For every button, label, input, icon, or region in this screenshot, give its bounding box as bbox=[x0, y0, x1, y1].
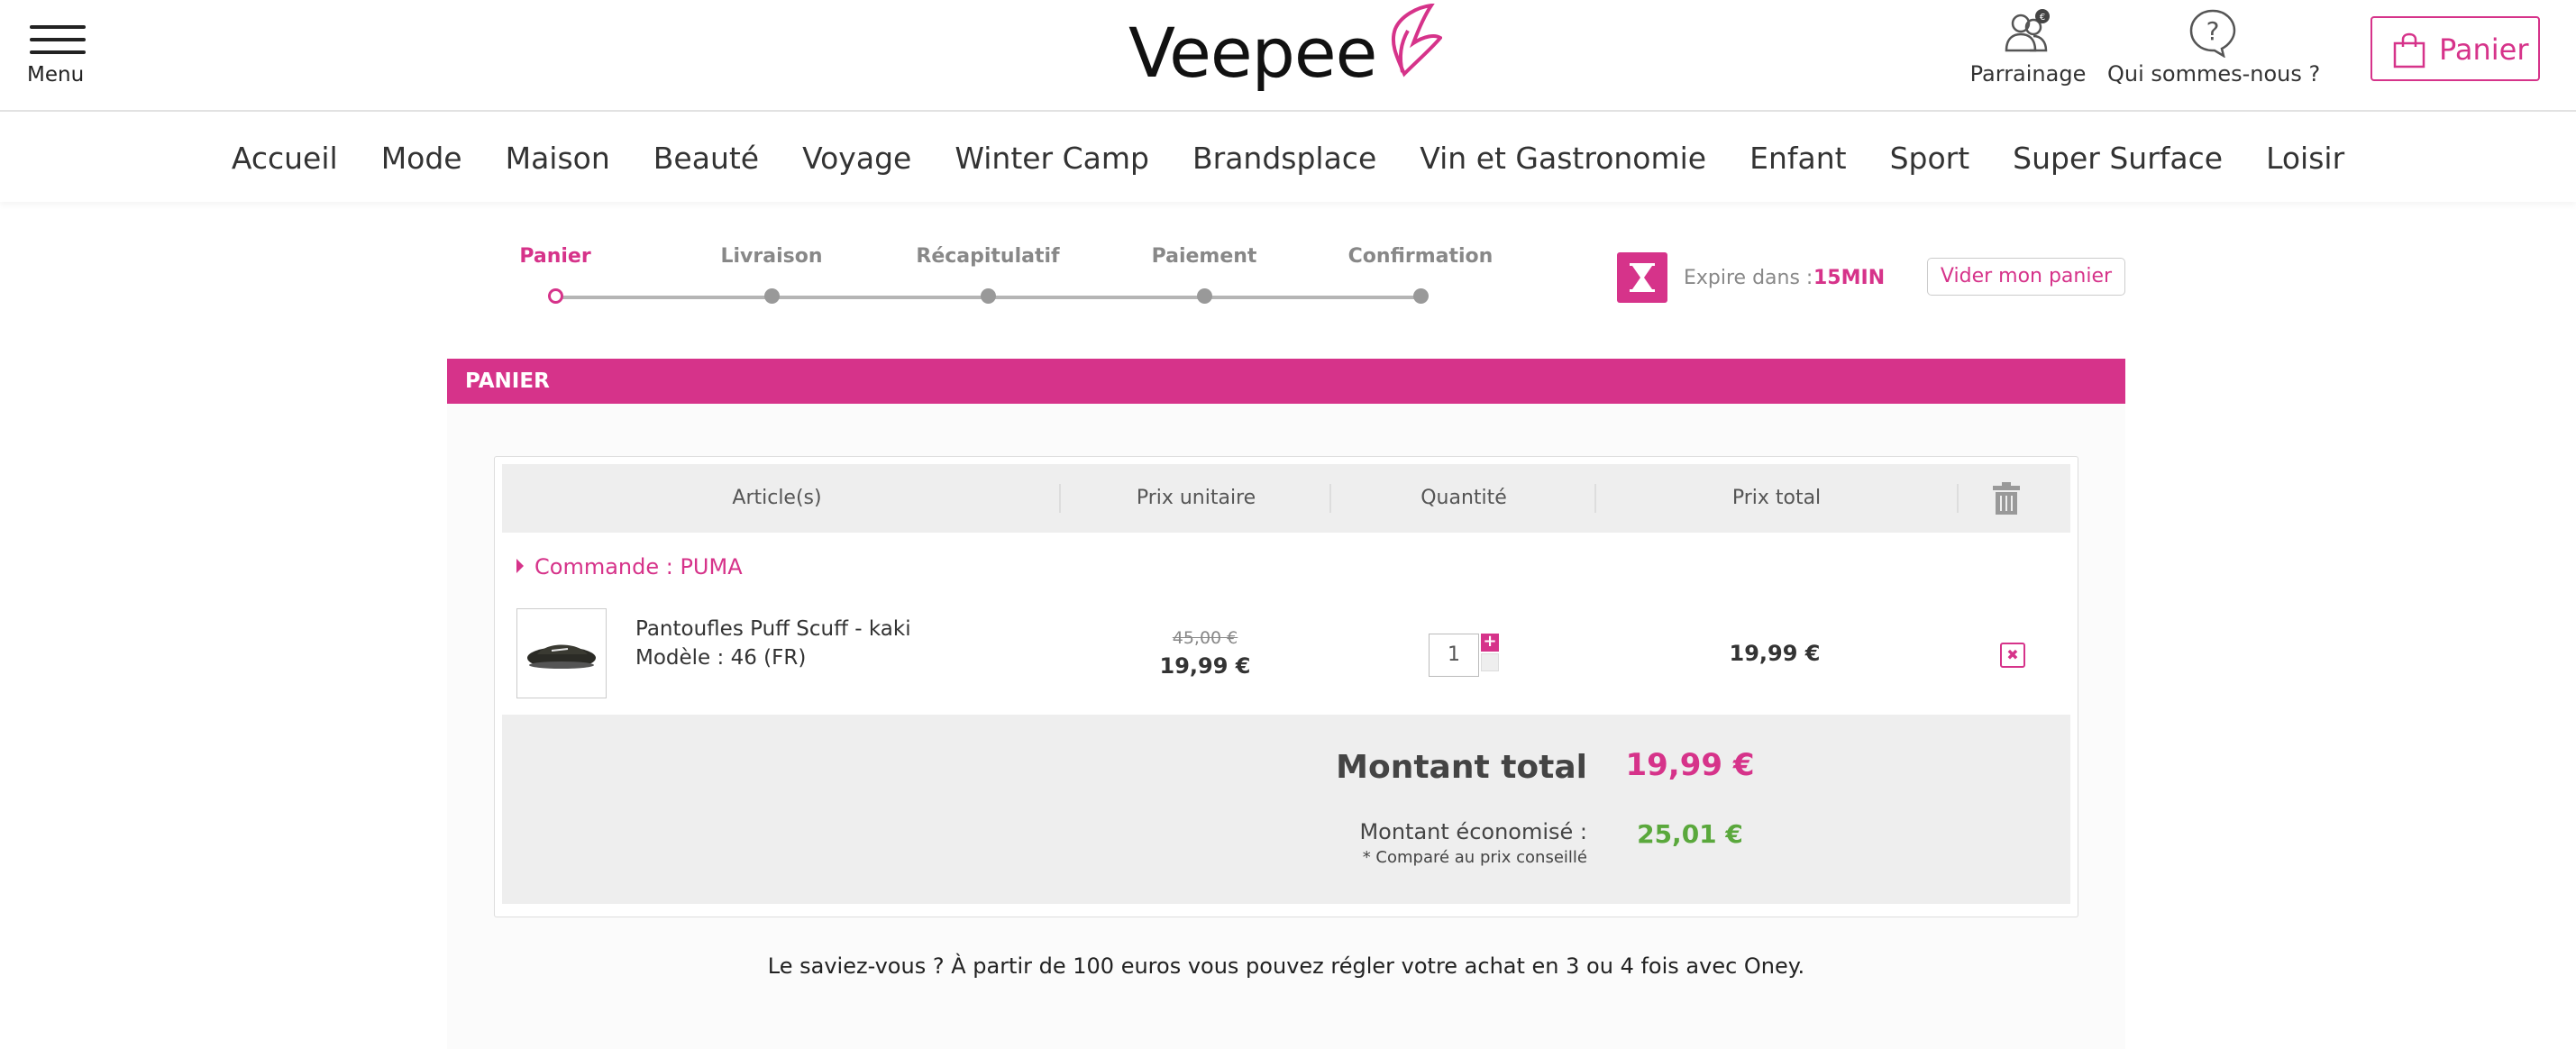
total-value: 19,99 € bbox=[1625, 747, 1755, 783]
referral-label: Parrainage bbox=[1969, 61, 2087, 87]
quantity-increase-button[interactable]: + bbox=[1481, 634, 1499, 652]
line-total-price: 19,99 € bbox=[1729, 641, 1821, 666]
step-dot bbox=[981, 288, 996, 304]
nav-item-voyage[interactable]: Voyage bbox=[802, 141, 911, 176]
step-label: Paiement bbox=[1151, 245, 1257, 268]
step-label: Confirmation bbox=[1347, 245, 1494, 268]
nav-item-enfant[interactable]: Enfant bbox=[1749, 141, 1846, 176]
about-label: Qui sommes-nous ? bbox=[2107, 61, 2321, 87]
expire-time: 15MIN bbox=[1813, 267, 1886, 289]
total-label: Montant total bbox=[1336, 749, 1587, 786]
nav-item-mode[interactable]: Mode bbox=[381, 141, 462, 176]
step-dot bbox=[1197, 288, 1212, 304]
referral-link[interactable]: € Parrainage bbox=[1965, 7, 2091, 97]
step-confirmation: Confirmation bbox=[1312, 245, 1529, 304]
oney-info: Le saviez-vous ? À partir de 100 euros v… bbox=[767, 953, 1805, 979]
section-title: PANIER bbox=[447, 359, 2125, 404]
question-icon: ? bbox=[2189, 9, 2236, 58]
about-link[interactable]: ? Qui sommes-nous ? bbox=[2107, 7, 2321, 97]
product-image[interactable] bbox=[516, 608, 607, 698]
savings-note: * Comparé au prix conseillé bbox=[1362, 848, 1587, 867]
product-name[interactable]: Pantoufles Puff Scuff - kaki bbox=[635, 617, 911, 641]
hamburger-icon bbox=[30, 25, 86, 56]
order-group-toggle[interactable]: Commande : PUMA bbox=[516, 554, 743, 579]
svg-text:€: € bbox=[2040, 13, 2045, 23]
caret-right-icon bbox=[516, 559, 524, 573]
step-dot bbox=[1413, 288, 1429, 304]
butterfly-icon bbox=[1391, 4, 1442, 78]
step-label: Panier bbox=[519, 245, 591, 268]
column-header-articles: Article(s) bbox=[732, 487, 822, 509]
veepee-logo[interactable]: Veepee bbox=[1127, 0, 1451, 108]
step-label: Livraison bbox=[720, 245, 823, 268]
cart-totals: Montant total 19,99 € Montant économisé … bbox=[502, 715, 2070, 904]
order-label: Commande : PUMA bbox=[534, 554, 743, 579]
step-livraison: Livraison bbox=[663, 245, 880, 304]
cart-section: PANIER Article(s) Prix unitaire Quantité… bbox=[447, 359, 2125, 1049]
nav-item-vin-gastronomie[interactable]: Vin et Gastronomie bbox=[1420, 141, 1706, 176]
menu-label: Menu bbox=[27, 63, 85, 87]
logo-text: Veepee bbox=[1128, 13, 1377, 93]
nav-item-beaute[interactable]: Beauté bbox=[653, 141, 759, 176]
column-header-unit-price: Prix unitaire bbox=[1136, 487, 1256, 509]
expire-label: Expire dans : bbox=[1684, 267, 1813, 289]
nav-item-maison[interactable]: Maison bbox=[506, 141, 610, 176]
remove-item-button[interactable]: ✖ bbox=[2000, 643, 2025, 668]
quantity-input[interactable]: 1 bbox=[1429, 634, 1479, 677]
nav-item-sport[interactable]: Sport bbox=[1890, 141, 1970, 176]
nav-item-super-surface[interactable]: Super Surface bbox=[2013, 141, 2223, 176]
unit-price: 19,99 € bbox=[1159, 653, 1251, 679]
trash-icon[interactable] bbox=[1993, 482, 2020, 518]
step-recapitulatif: Récapitulatif bbox=[880, 245, 1096, 304]
hourglass-icon bbox=[1617, 252, 1667, 303]
step-label: Récapitulatif bbox=[916, 245, 1060, 268]
empty-cart-button[interactable]: Vider mon panier bbox=[1927, 258, 2125, 296]
cart-label: Panier bbox=[2439, 32, 2529, 67]
svg-text:?: ? bbox=[2206, 16, 2220, 46]
old-price: 45,00 € bbox=[1172, 628, 1238, 648]
nav-item-accueil[interactable]: Accueil bbox=[232, 141, 338, 176]
product-model: Modèle : 46 (FR) bbox=[635, 646, 807, 670]
checkout-stepper: Panier Livraison Récapitulatif Paiement … bbox=[505, 245, 1514, 308]
referral-icon: € bbox=[2005, 9, 2050, 52]
slipper-image bbox=[527, 644, 596, 669]
column-header-quantity: Quantité bbox=[1420, 487, 1507, 509]
cart-button[interactable]: Panier bbox=[2370, 16, 2540, 81]
nav-item-winter-camp[interactable]: Winter Camp bbox=[955, 141, 1149, 176]
cart-table: Article(s) Prix unitaire Quantité Prix t… bbox=[494, 456, 2078, 917]
step-dot bbox=[764, 288, 780, 304]
savings-value: 25,01 € bbox=[1637, 819, 1743, 849]
savings-label: Montant économisé : bbox=[1359, 819, 1587, 844]
table-header: Article(s) Prix unitaire Quantité Prix t… bbox=[502, 464, 2070, 533]
nav-item-loisir[interactable]: Loisir bbox=[2266, 141, 2344, 176]
step-dot bbox=[548, 288, 563, 304]
column-header-total-price: Prix total bbox=[1731, 487, 1822, 509]
shopping-bag-icon bbox=[2393, 32, 2425, 68]
step-paiement: Paiement bbox=[1096, 245, 1312, 304]
site-header: Menu Veepee € Parrainage ? Qui sommes-no… bbox=[0, 0, 2576, 112]
step-panier: Panier bbox=[447, 245, 663, 304]
menu-button[interactable]: Menu bbox=[27, 20, 90, 92]
category-nav: Accueil Mode Maison Beauté Voyage Winter… bbox=[0, 114, 2576, 202]
nav-item-brandsplace[interactable]: Brandsplace bbox=[1192, 141, 1376, 176]
quantity-decrease-button[interactable] bbox=[1481, 653, 1499, 671]
